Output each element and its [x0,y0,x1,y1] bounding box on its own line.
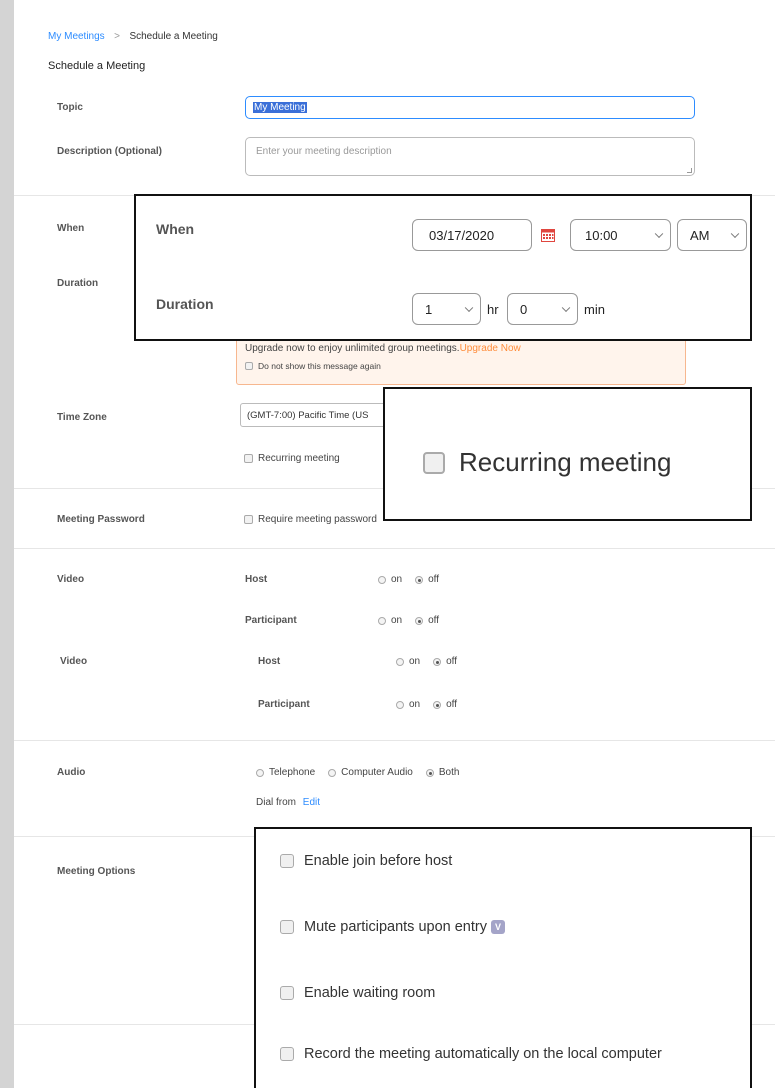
auto-record-checkbox[interactable] [280,1047,294,1061]
join-before-host-label: Enable join before host [304,853,453,869]
radio-label-off: off [446,656,458,667]
audio-computer-label: Computer Audio [341,767,413,778]
require-password-label: Require meeting password [258,514,377,525]
recurring-checkbox[interactable] [244,454,253,463]
audio-telephone-label: Telephone [269,767,316,778]
video-host-label: Host [245,574,268,585]
require-password-checkbox[interactable] [244,515,253,524]
upgrade-now-link[interactable]: Upgrade Now [460,343,521,354]
duration-hours-select[interactable]: 1 [412,293,481,325]
audio-both-label: Both [438,767,460,778]
breadcrumb-separator: > [114,31,120,42]
breadcrumb-current: Schedule a Meeting [129,31,218,42]
recurring-label: Recurring meeting [258,453,340,464]
page-title: Schedule a Meeting [48,60,146,72]
host-video-on-radio[interactable] [378,575,386,584]
participant-video-on-radio[interactable] [378,616,386,625]
chevron-down-icon [654,229,664,239]
join-before-host-checkbox[interactable] [280,854,294,868]
divider [14,548,775,549]
video-participant-label: Participant [245,615,297,626]
host-video-on-radio[interactable] [396,657,404,666]
chevron-down-icon [730,229,740,239]
video-participant-label: Participant [258,699,310,710]
dial-from-label: Dial from [256,797,297,808]
min-label: min [584,302,605,317]
radio-label-off: off [446,699,458,710]
mute-on-entry-label: Mute participants upon entry [304,919,487,935]
duration-minutes-select[interactable]: 0 [507,293,578,325]
date-input[interactable]: 03/17/2020 [412,219,532,251]
host-video-off-radio[interactable] [433,657,442,666]
breadcrumb: My Meetings > Schedule a Meeting [48,26,218,44]
description-field[interactable]: Enter your meeting description [245,137,695,176]
timezone-select[interactable]: (GMT-7:00) Pacific Time (US [240,403,400,427]
radio-label-off: off [428,574,440,585]
description-placeholder: Enter your meeting description [256,146,392,157]
recurring-callout: Recurring meeting [383,387,752,521]
topic-label: Topic [57,102,83,113]
participant-video-off-radio[interactable] [433,700,442,709]
meeting-options-callout: Enable join before host Mute participant… [254,827,752,1088]
callout-recurring-checkbox[interactable] [423,451,445,474]
dial-from-edit-link[interactable]: Edit [303,797,320,808]
callout-when-label: When [156,221,195,237]
breadcrumb-my-meetings[interactable]: My Meetings [48,31,105,42]
minutes-value: 0 [520,301,528,317]
info-icon[interactable]: V [490,920,505,934]
when-label: When [57,223,85,234]
dial-from: Dial from Edit [256,797,320,808]
radio-label-off: off [428,615,440,626]
calendar-icon[interactable] [541,228,555,242]
time-select[interactable]: 10:00 [570,219,671,251]
host-video-off-radio[interactable] [415,575,424,584]
auto-record-label: Record the meeting automatically on the … [304,1046,662,1062]
chevron-down-icon [561,303,571,313]
audio-computer-radio[interactable] [328,768,337,777]
topic-input-value: My Meeting [253,102,307,113]
video-label: Video [57,574,85,585]
callout-recurring-label: Recurring meeting [459,447,672,477]
audio-telephone-radio[interactable] [256,768,264,777]
hr-label: hr [487,302,499,317]
chevron-down-icon [464,303,474,313]
timezone-label: Time Zone [57,412,107,423]
date-value: 03/17/2020 [429,227,495,243]
description-label: Description (Optional) [57,146,162,157]
callout-duration-label: Duration [156,296,214,312]
when-duration-callout: When 03/17/2020 10:00 AM Duration 1 hr 0… [134,194,752,341]
resize-handle[interactable] [687,168,692,173]
meeting-options-label: Meeting Options [57,866,136,877]
waiting-room-label: Enable waiting room [304,985,436,1001]
time-value: 10:00 [585,227,618,243]
audio-both-radio[interactable] [425,768,434,777]
participant-video-on-radio[interactable] [396,700,404,709]
ampm-select[interactable]: AM [677,219,747,251]
radio-label-on: on [391,574,403,585]
mute-on-entry-checkbox[interactable] [280,920,294,934]
divider [14,740,775,741]
duration-label: Duration [57,278,99,289]
password-label: Meeting Password [57,514,145,525]
audio-label: Audio [57,767,86,778]
video-label: Video [60,656,88,667]
dont-show-label: Do not show this message again [258,361,381,371]
radio-label-on: on [409,699,421,710]
timezone-value: (GMT-7:00) Pacific Time (US [247,410,369,421]
video-host-label: Host [258,656,281,667]
topic-input[interactable]: My Meeting [245,96,695,119]
upgrade-text: Upgrade now to enjoy unlimited group mee… [245,343,460,354]
radio-label-on: on [391,615,403,626]
dont-show-checkbox[interactable] [245,362,253,370]
ampm-value: AM [690,227,710,243]
participant-video-off-radio[interactable] [415,616,424,625]
hours-value: 1 [425,301,433,317]
waiting-room-checkbox[interactable] [280,986,294,1000]
radio-label-on: on [409,656,421,667]
